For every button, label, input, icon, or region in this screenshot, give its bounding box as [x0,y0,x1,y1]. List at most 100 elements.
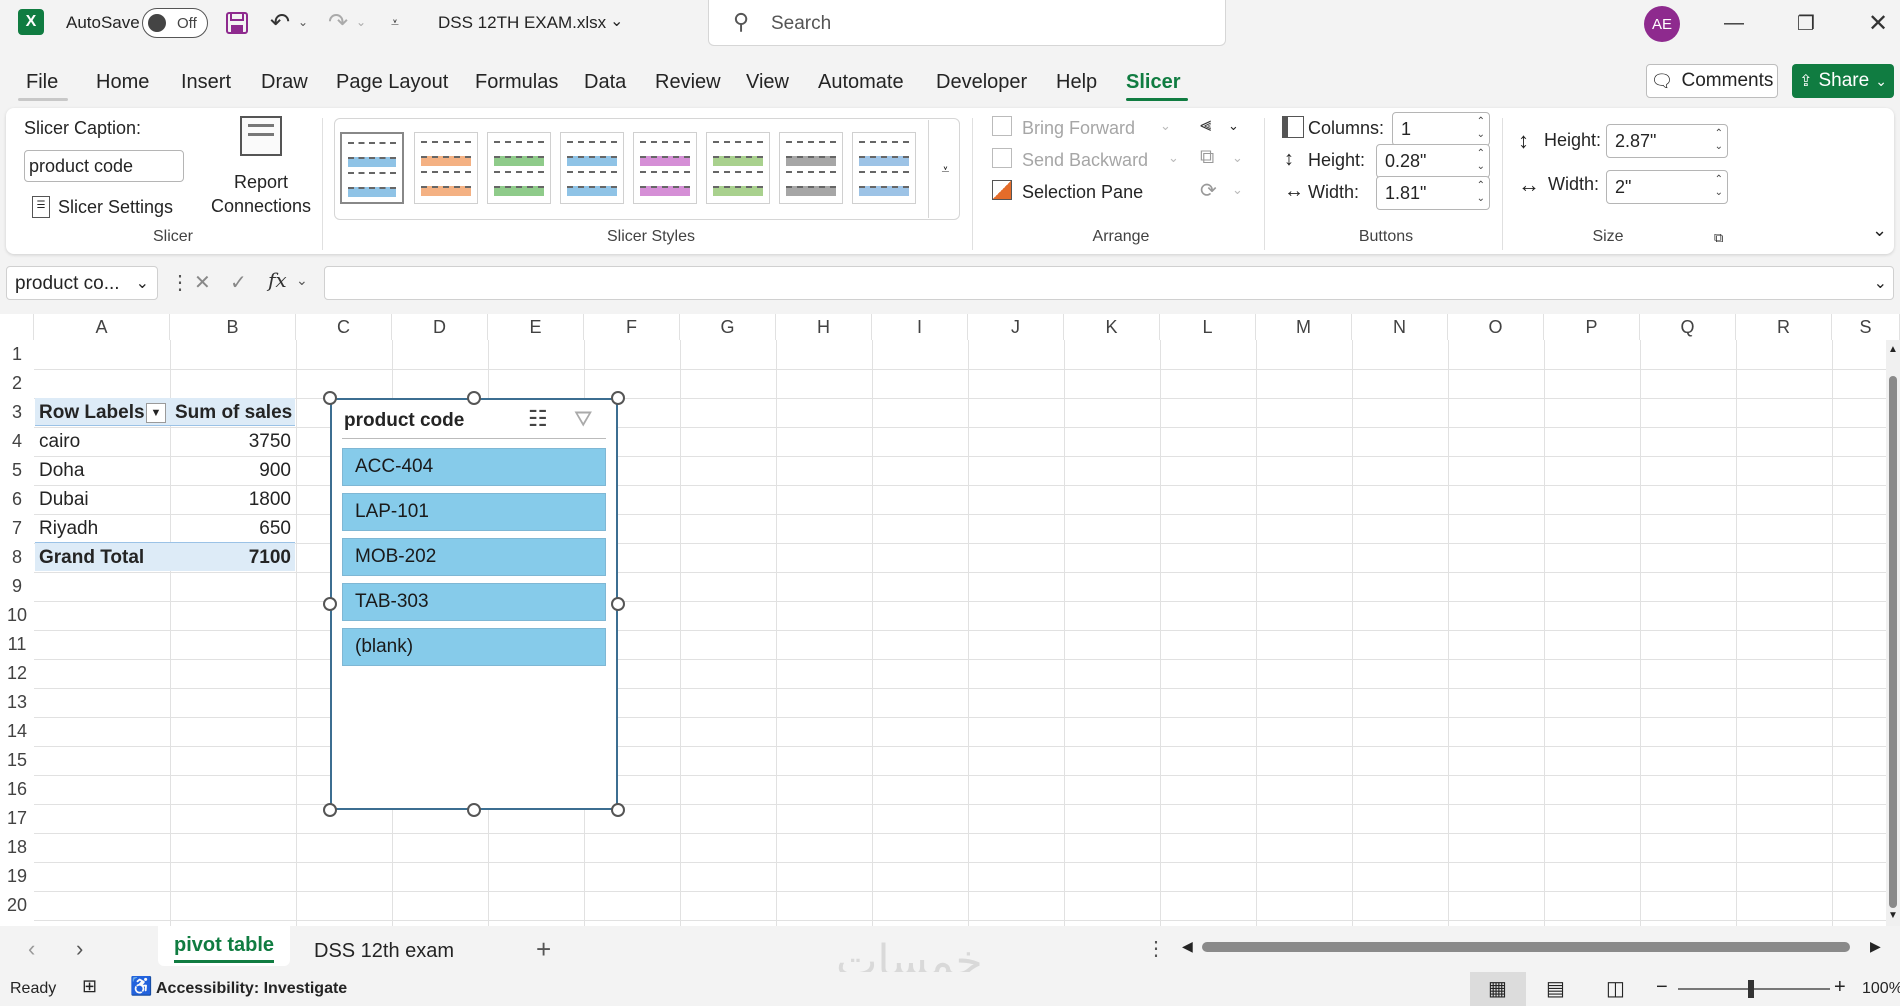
rotate-icon[interactable]: ⟳ [1200,178,1217,203]
undo-icon[interactable]: ↶ [266,8,294,36]
size-width-input[interactable]: 2" ⌃ ⌄ [1606,170,1728,204]
scroll-down-icon[interactable]: ▼ [1888,910,1898,921]
tab-insert[interactable]: Insert [181,71,231,94]
vertical-scroll-thumb[interactable] [1889,376,1897,908]
row-header[interactable]: 11 [0,630,34,659]
pivot-sum-header[interactable]: Sum of sales [171,398,295,427]
expand-formula-icon[interactable]: ⌄ [1874,273,1887,293]
tab-draw[interactable]: Draw [261,71,308,94]
row-header[interactable]: 14 [0,717,34,746]
horizontal-scrollbar[interactable]: ◀ ▶ [1182,938,1884,956]
size-height-spinner-icon[interactable]: ⌃ ⌄ [1715,127,1723,153]
group-chevron-icon[interactable]: ⌄ [1232,150,1243,166]
row-header[interactable]: 17 [0,804,34,833]
fx-chevron-icon[interactable]: ⌄ [296,272,308,289]
bring-forward-label[interactable]: Bring Forward [1022,118,1135,139]
size-width-spinner-icon[interactable]: ⌃ ⌄ [1715,173,1723,199]
file-name[interactable]: DSS 12TH EXAM.xlsx [438,13,606,33]
slicer-caption-input[interactable]: product code [24,150,184,182]
sheet-tab[interactable]: DSS 12th exam [314,940,454,963]
tab-slicer[interactable]: Slicer [1126,71,1180,94]
buttons-width-input[interactable]: 1.81" ⌃ ⌄ [1376,176,1490,210]
buttons-columns-input[interactable]: 1 ⌃ ⌄ [1392,112,1490,146]
close-icon[interactable]: ✕ [1842,0,1900,46]
pivot-row-label[interactable]: Doha [35,456,88,485]
resize-handle[interactable] [467,803,481,817]
row-header[interactable]: 8 [0,543,34,572]
filter-dropdown-icon[interactable]: ▼ [146,403,166,423]
tab-data[interactable]: Data [584,71,626,94]
slicer-item[interactable]: (blank) [342,628,606,666]
slicer-style-blue-selected[interactable] [340,132,404,204]
horizontal-scroll-thumb[interactable] [1202,942,1850,952]
tab-page-layout[interactable]: Page Layout [336,71,448,94]
bring-forward-chevron-icon[interactable]: ⌄ [1160,118,1171,134]
scroll-up-icon[interactable]: ▲ [1888,344,1898,355]
column-header[interactable]: G [680,314,776,340]
normal-view-button[interactable]: ▦ [1470,972,1526,1006]
pivot-row-label[interactable]: cairo [35,427,84,456]
accessibility-status[interactable]: Accessibility: Investigate [156,980,347,998]
share-button[interactable]: ⇪ Share ⌄ [1792,64,1894,98]
tab-file[interactable]: File [26,71,58,94]
slicer-style-slate[interactable] [852,132,916,204]
resize-handle[interactable] [323,597,337,611]
formula-input[interactable]: ⌄ [324,266,1894,300]
name-box[interactable]: product co... ⌄ [6,266,158,300]
column-header[interactable]: O [1448,314,1544,340]
undo-dropdown-icon[interactable]: ⌄ [296,12,310,32]
columns-spinner-icon[interactable]: ⌃ ⌄ [1477,115,1485,141]
column-header[interactable]: M [1256,314,1352,340]
pivot-row-label[interactable]: Dubai [35,485,93,514]
cancel-icon[interactable]: ✕ [194,270,211,295]
resize-handle[interactable] [467,391,481,405]
button-height-spinner-icon[interactable]: ⌃ ⌄ [1477,147,1485,173]
add-sheet-icon[interactable]: + [536,934,551,965]
slicer-item[interactable]: ACC-404 [342,448,606,486]
slicer-style-lightblue[interactable] [560,132,624,204]
size-height-input[interactable]: 2.87" ⌃ ⌄ [1606,124,1728,158]
column-header[interactable]: Q [1640,314,1736,340]
zoom-out-icon[interactable]: − [1656,976,1668,999]
redo-icon[interactable]: ↷ [324,8,352,36]
tab-developer[interactable]: Developer [936,71,1027,94]
column-header[interactable]: L [1160,314,1256,340]
vertical-scrollbar[interactable]: ▲ ▼ [1886,340,1900,926]
scroll-right-icon[interactable]: ▶ [1870,938,1881,955]
pivot-row-value[interactable]: 1800 [171,485,295,514]
column-header[interactable]: K [1064,314,1160,340]
row-header[interactable]: 6 [0,485,34,514]
slicer-item[interactable]: MOB-202 [342,538,606,576]
group-icon[interactable]: ⧉ [1200,146,1214,169]
column-header[interactable]: A [34,314,170,340]
autosave-toggle[interactable]: Off [142,8,208,38]
row-header[interactable]: 20 [0,891,34,920]
resize-handle[interactable] [611,391,625,405]
row-header[interactable]: 13 [0,688,34,717]
slicer-style-gray[interactable] [779,132,843,204]
page-break-view-icon[interactable]: ◫ [1606,976,1625,1001]
slicer-item[interactable]: LAP-101 [342,493,606,531]
row-header[interactable]: 15 [0,746,34,775]
zoom-slider[interactable] [1678,980,1830,998]
rotate-chevron-icon[interactable]: ⌄ [1232,182,1243,198]
row-header[interactable]: 19 [0,862,34,891]
slicer-style-orange[interactable] [414,132,478,204]
column-header[interactable]: R [1736,314,1832,340]
minimize-icon[interactable]: — [1698,0,1770,46]
report-connections-button[interactable]: Report Connections [202,114,320,216]
tab-review[interactable]: Review [655,71,721,94]
button-width-spinner-icon[interactable]: ⌃ ⌄ [1477,179,1485,205]
customize-qat-icon[interactable]: ⩡ [384,10,406,34]
filename-chevron-icon[interactable]: ⌄ [610,11,623,31]
tab-home[interactable]: Home [96,71,149,94]
product-code-slicer[interactable]: product code ☷ ⛛ ACC-404 LAP-101 MOB-202… [330,398,618,810]
tab-formulas[interactable]: Formulas [475,71,558,94]
buttons-height-input[interactable]: 0.28" ⌃ ⌄ [1376,144,1490,178]
pivot-row-value[interactable]: 900 [171,456,295,485]
row-header[interactable]: 3 [0,398,34,427]
row-header[interactable]: 2 [0,369,34,398]
enter-icon[interactable]: ✓ [230,270,247,295]
resize-handle[interactable] [611,803,625,817]
page-layout-view-icon[interactable]: ▤ [1546,976,1565,1001]
